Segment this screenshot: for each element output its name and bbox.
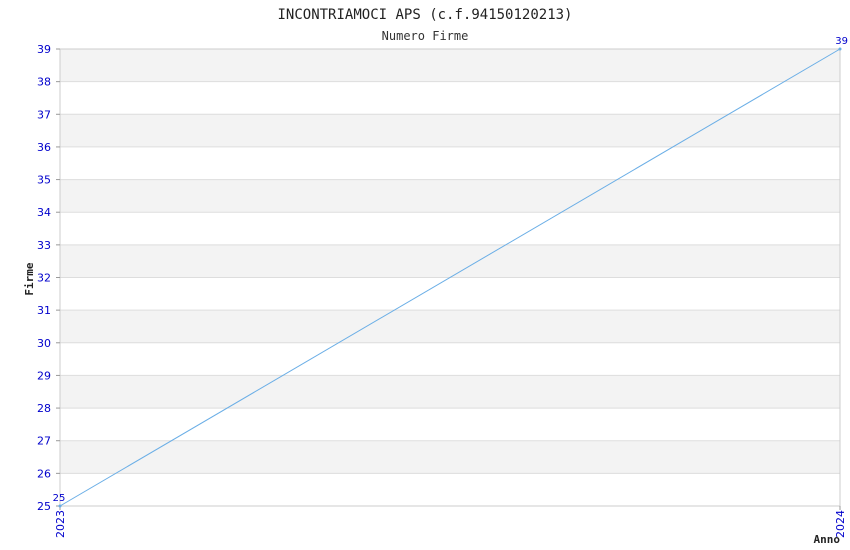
y-tick-label: 34 — [37, 206, 51, 219]
y-tick-label: 27 — [37, 435, 51, 448]
chart: INCONTRIAMOCI APS (c.f.94150120213) Nume… — [23, 7, 848, 546]
data-label: 25 — [53, 493, 66, 504]
x-tick-label: 2023 — [54, 510, 67, 538]
data-label: 39 — [835, 36, 848, 47]
y-tick-label: 35 — [37, 174, 51, 187]
y-tick-label: 30 — [37, 337, 51, 350]
y-tick-label: 36 — [37, 141, 51, 154]
plot-band — [60, 375, 840, 409]
y-axis-label: Firme — [23, 262, 36, 295]
y-tick-label: 28 — [37, 402, 51, 415]
y-tick-label: 29 — [37, 369, 51, 382]
plot-bands — [60, 49, 840, 474]
y-tick-label: 25 — [37, 500, 51, 513]
plot-band — [60, 310, 840, 343]
y-tick-label: 32 — [37, 272, 51, 285]
y-tick-label: 38 — [37, 76, 51, 89]
data-point — [58, 504, 62, 508]
chart-title: INCONTRIAMOCI APS (c.f.94150120213) — [277, 7, 572, 23]
y-tick-label: 33 — [37, 239, 51, 252]
y-tick-label: 37 — [37, 108, 51, 121]
y-axis-ticks: 25 26 27 28 29 30 31 32 33 34 35 36 37 38 39 — [37, 43, 60, 513]
x-axis-ticks: 2023 2024 — [54, 506, 847, 538]
plot-band — [60, 244, 840, 278]
x-axis-label: Anno — [814, 533, 841, 546]
y-tick-label: 26 — [37, 467, 51, 480]
plot-band — [60, 49, 840, 82]
data-point — [838, 47, 842, 51]
y-tick-label: 31 — [37, 304, 51, 317]
y-tick-label: 39 — [37, 43, 51, 56]
plot-band — [60, 440, 840, 474]
plot-band — [60, 179, 840, 213]
plot-band — [60, 114, 840, 147]
chart-subtitle: Numero Firme — [382, 29, 469, 43]
